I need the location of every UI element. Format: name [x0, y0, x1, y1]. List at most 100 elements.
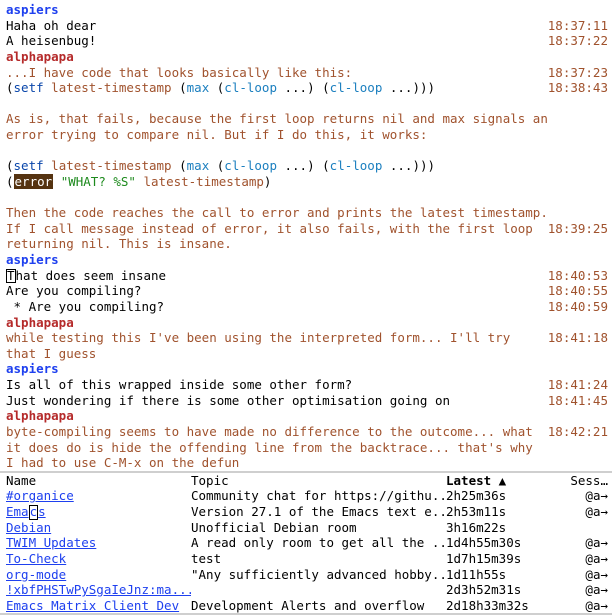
- room-name-link[interactable]: Debian: [6, 520, 51, 535]
- chat-line: while testing this I've been using the i…: [6, 330, 608, 361]
- rooms-row[interactable]: TWIM Updates A read only room to get all …: [6, 535, 608, 551]
- chat-body: Are you compiling?: [6, 283, 540, 299]
- room-topic: Development Alerts and overflow: [191, 598, 446, 614]
- room-topic: Unofficial Debian room: [191, 520, 446, 536]
- chat-line: * Are you compiling?18:40:59: [6, 299, 608, 315]
- chat-body: aspiers: [6, 252, 548, 268]
- rooms-header[interactable]: NameTopicLatest ▲ Sess…: [6, 473, 608, 489]
- rooms-row[interactable]: org-mode "Any sufficiently advanced hobby…: [6, 567, 608, 583]
- chat-body: Haha oh dear: [6, 18, 540, 34]
- room-name-link[interactable]: org-mode: [6, 567, 66, 582]
- chat-line: ...I have code that looks basically like…: [6, 65, 608, 81]
- chat-timestamp: 18:37:22: [540, 33, 608, 49]
- chat-line: byte-compiling seems to have made no dif…: [6, 424, 608, 471]
- chat-nick: alphapapa: [6, 315, 74, 330]
- chat-body: alphapapa: [6, 408, 548, 424]
- chat-body: (error "WHAT? %S" latest-timestamp): [6, 174, 548, 190]
- chat-body: Then the code reaches the call to error …: [6, 205, 548, 221]
- rooms-row[interactable]: #organiceCommunity chat for https://gith…: [6, 488, 608, 504]
- chat-body: (setf latest-timestamp (max (cl-loop ...…: [6, 80, 540, 96]
- room-name-link[interactable]: Emacs Matrix Client Dev: [6, 598, 179, 613]
- chat-body: [6, 190, 548, 206]
- chat-body: Just wondering if there is some other op…: [6, 393, 540, 409]
- room-latest: 2d18h33m32s: [446, 598, 546, 614]
- chat-line: Then the code reaches the call to error …: [6, 205, 608, 221]
- chat-line: alphapapa: [6, 315, 608, 331]
- chat-timestamp: 18:42:21: [540, 424, 608, 440]
- chat-timestamp: 18:38:43: [540, 80, 608, 96]
- chat-body: [6, 143, 548, 159]
- chat-nick: aspiers: [6, 252, 59, 267]
- room-latest: 1d11h55s: [446, 567, 546, 583]
- room-name-link[interactable]: TWIM Updates: [6, 535, 96, 550]
- chat-body: byte-compiling seems to have made no dif…: [6, 424, 540, 471]
- chat-body: Is all of this wrapped inside some other…: [6, 377, 540, 393]
- chat-line: (setf latest-timestamp (max (cl-loop ...…: [6, 158, 608, 174]
- room-latest: 2d3h52m31s: [446, 582, 546, 598]
- chat-nick: aspiers: [6, 361, 59, 376]
- room-name-link[interactable]: Emacs: [6, 504, 46, 519]
- chat-body: If I call message instead of error, it a…: [6, 221, 540, 252]
- room-name-link[interactable]: !xbfPHSTwPySgaIeJnz:ma...: [6, 582, 191, 597]
- col-header-latest[interactable]: Latest ▲: [446, 473, 506, 488]
- room-latest: 3h16m22s: [446, 520, 546, 536]
- chat-timestamp: 18:41:45: [540, 393, 608, 409]
- room-latest: 1d4h55m30s: [446, 535, 546, 551]
- chat-nick: alphapapa: [6, 49, 74, 64]
- room-session: [546, 520, 608, 536]
- room-session: @a→: [546, 598, 608, 614]
- chat-body: As is, that fails, because the first loo…: [6, 111, 548, 142]
- chat-line: aspiers: [6, 252, 608, 268]
- rooms-pane[interactable]: NameTopicLatest ▲ Sess…#organiceCommunity…: [0, 473, 612, 614]
- rooms-row[interactable]: !xbfPHSTwPySgaIeJnz:ma... 2d3h52m31s@a→: [6, 582, 608, 598]
- chat-line: Haha oh dear18:37:11: [6, 18, 608, 34]
- chat-body: [6, 96, 548, 112]
- rooms-row[interactable]: Debian Unofficial Debian room3h16m22s: [6, 520, 608, 536]
- chat-timestamp: 18:37:11: [540, 18, 608, 34]
- chat-nick: aspiers: [6, 2, 59, 17]
- chat-line: A heisenbug!18:37:22: [6, 33, 608, 49]
- room-topic: Version 27.1 of the Emacs text e...: [191, 504, 446, 520]
- chat-line: As is, that fails, because the first loo…: [6, 111, 608, 142]
- room-name-link[interactable]: To-Check: [6, 551, 66, 566]
- chat-body: alphapapa: [6, 315, 548, 331]
- rooms-row[interactable]: To-Checktest1d7h15m39s@a→: [6, 551, 608, 567]
- chat-body: aspiers: [6, 2, 548, 18]
- chat-timestamp: 18:40:53: [540, 268, 608, 284]
- room-topic: A read only room to get all the ...: [191, 535, 446, 551]
- rooms-row[interactable]: Emacs Matrix Client Dev Development Alert…: [6, 598, 608, 614]
- col-header-session[interactable]: Sess…: [546, 473, 608, 489]
- chat-line: Are you compiling?18:40:55: [6, 283, 608, 299]
- room-session: @a→: [546, 582, 608, 598]
- chat-body: alphapapa: [6, 49, 548, 65]
- chat-body: * Are you compiling?: [6, 299, 540, 315]
- chat-line: If I call message instead of error, it a…: [6, 221, 608, 252]
- col-header-topic[interactable]: Topic: [191, 473, 446, 489]
- col-header-name[interactable]: Name: [6, 473, 191, 489]
- chat-body: A heisenbug!: [6, 33, 540, 49]
- chat-timestamp: 18:40:59: [540, 299, 608, 315]
- chat-line: (setf latest-timestamp (max (cl-loop ...…: [6, 80, 608, 96]
- chat-line: alphapapa: [6, 49, 608, 65]
- room-topic: [191, 582, 446, 598]
- room-latest: 2h25m36s: [446, 488, 546, 504]
- chat-timestamp: 18:37:23: [540, 65, 608, 81]
- room-session: @a→: [546, 535, 608, 551]
- chat-timestamp: 18:39:25: [540, 221, 608, 237]
- chat-timestamp: 18:41:24: [540, 377, 608, 393]
- chat-body: ...I have code that looks basically like…: [6, 65, 540, 81]
- room-topic: test: [191, 551, 446, 567]
- chat-line: aspiers: [6, 2, 608, 18]
- room-name-link[interactable]: #organice: [6, 488, 74, 503]
- chat-line: [6, 143, 608, 159]
- chat-pane[interactable]: aspiersHaha oh dear18:37:11A heisenbug!1…: [0, 0, 612, 471]
- chat-line: Just wondering if there is some other op…: [6, 393, 608, 409]
- chat-line: aspiers: [6, 361, 608, 377]
- chat-timestamp: 18:41:18: [540, 330, 608, 346]
- rooms-row[interactable]: Emacs Version 27.1 of the Emacs text e...…: [6, 504, 608, 520]
- chat-body: aspiers: [6, 361, 548, 377]
- room-session: @a→: [546, 504, 608, 520]
- room-topic: "Any sufficiently advanced hobby...: [191, 567, 446, 583]
- chat-body: (setf latest-timestamp (max (cl-loop ...…: [6, 158, 548, 174]
- room-session: @a→: [546, 567, 608, 583]
